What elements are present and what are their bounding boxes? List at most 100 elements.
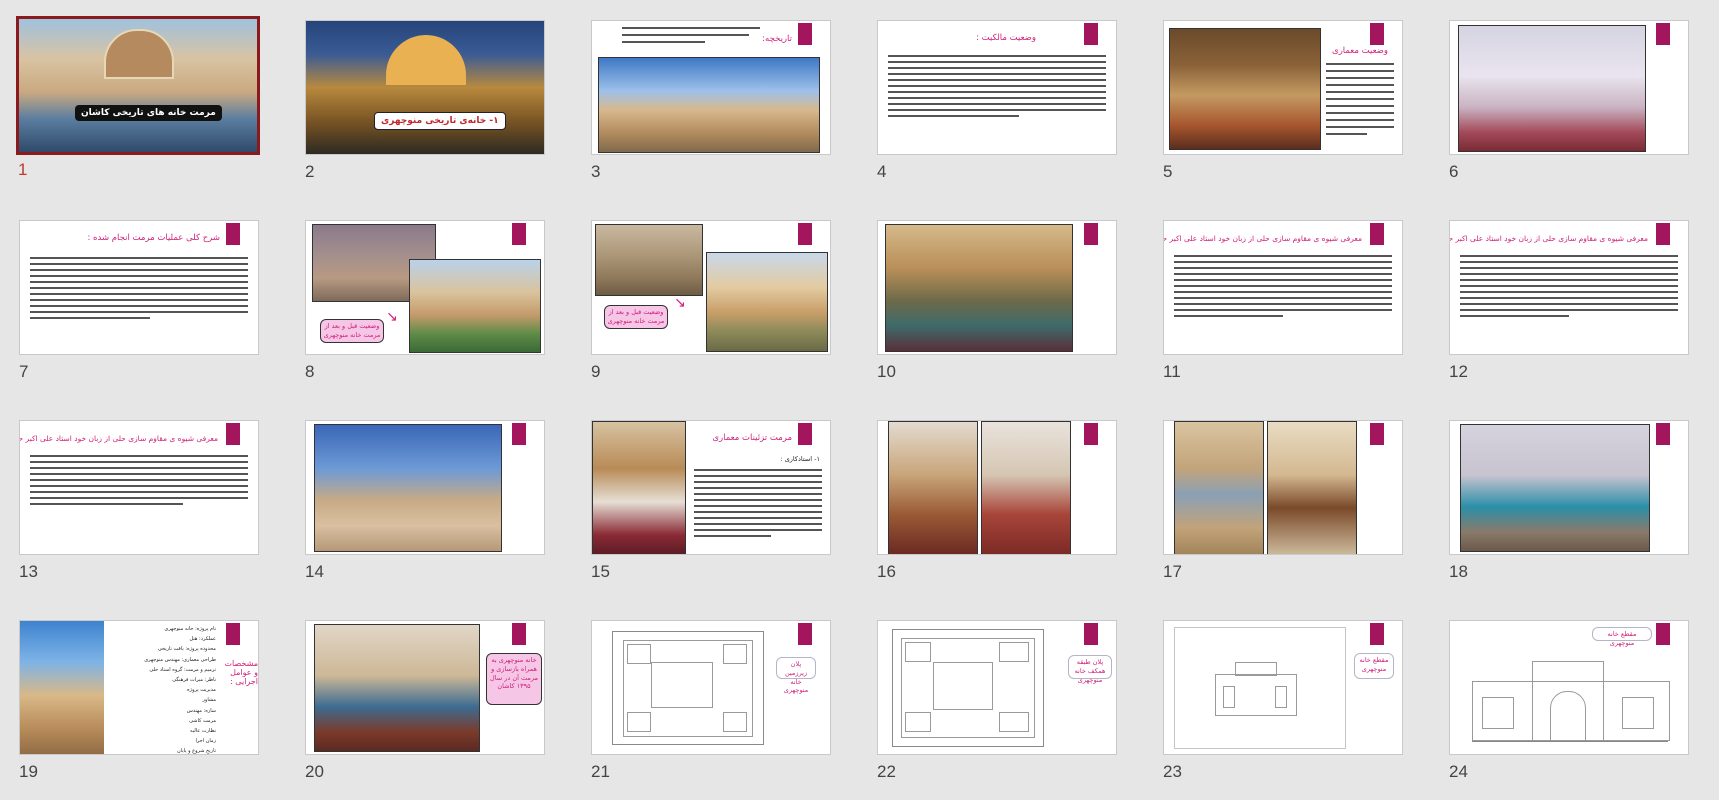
before-after-caption: وضعیت قبل و بعد از مرمت خانه منوچهری	[320, 319, 384, 343]
slide-heading: معرفی شیوه ی مقاوم سازی حلی از زبان خود …	[1163, 234, 1362, 243]
list-item: زمان اجرا	[195, 738, 216, 745]
slide-preview[interactable]: خانه منوچهری به همراه بازسازی و مرمت آن …	[305, 620, 545, 755]
slide-number: 11	[1163, 362, 1181, 381]
slide-preview[interactable]: وضعیت قبل و بعد از مرمت خانه منوچهری ↘	[591, 220, 831, 355]
accent-bar	[1656, 223, 1670, 245]
slide-thumbnail[interactable]: ۱- خانه‌ی تاریخی منوچهری 2	[305, 20, 547, 200]
slide-preview[interactable]: مقطع خانه منوچهری	[1449, 620, 1689, 755]
body-text	[694, 469, 822, 541]
plan-caption: پلان طبقه همکف خانه منوچهری	[1068, 655, 1112, 684]
accent-bar	[1370, 223, 1384, 245]
slide-preview[interactable]: معرفی شیوه ی مقاوم سازی حلی از زبان خود …	[1163, 220, 1403, 355]
slide-thumbnail[interactable]: پلان طبقه همکف خانه منوچهری 22	[877, 620, 1119, 800]
slide-preview[interactable]	[1449, 20, 1689, 155]
slide-thumbnail[interactable]: خانه منوچهری به همراه بازسازی و مرمت آن …	[305, 620, 547, 800]
slide-preview[interactable]: مقطع خانه منوچهری	[1163, 620, 1403, 755]
slide-thumbnail[interactable]: مقطع خانه منوچهری 24	[1449, 620, 1691, 800]
slide-number: 1	[18, 160, 28, 179]
accent-bar	[226, 423, 240, 445]
arrow-icon: ↘	[386, 309, 398, 325]
interior-photo	[981, 421, 1071, 554]
slide-preview[interactable]: پلان طبقه همکف خانه منوچهری	[877, 620, 1117, 755]
accent-bar	[226, 223, 240, 245]
slide-thumbnail[interactable]: 14	[305, 420, 547, 600]
slide-number: 15	[591, 562, 610, 581]
slide-thumbnail[interactable]: 17	[1163, 420, 1405, 600]
slide-number: 20	[305, 762, 324, 781]
slide-sorter-grid: مرمت خانه های تاریخی کاشان 1 ۱- خانه‌ی ت…	[0, 0, 1719, 789]
slide-thumbnail[interactable]: 6	[1449, 20, 1691, 200]
door-photo	[1267, 421, 1357, 554]
slide-preview[interactable]: مشخصات و عوامل اجرایی : نام پروژه: خانه …	[19, 620, 259, 755]
slide-thumbnail[interactable]: مشخصات و عوامل اجرایی : نام پروژه: خانه …	[19, 620, 261, 800]
slide-heading: مشخصات و عوامل اجرایی :	[224, 659, 259, 686]
slide-preview[interactable]: ۱- خانه‌ی تاریخی منوچهری	[305, 20, 545, 155]
accent-bar	[798, 423, 812, 445]
slide-preview[interactable]	[1449, 420, 1689, 555]
slide-number: 7	[19, 362, 29, 381]
slide-number: 22	[877, 762, 896, 781]
slide-thumbnail[interactable]: معرفی شیوه ی مقاوم سازی حلی از زبان خود …	[19, 420, 261, 600]
slide-number: 13	[19, 562, 38, 581]
slide-thumbnail[interactable]: وضعیت قبل و بعد از مرمت خانه منوچهری ↘ 8	[305, 220, 547, 400]
list-item: طراحی معماری: مهندس منوچهری	[144, 656, 216, 663]
slide-preview[interactable]: تاریخچه:	[591, 20, 831, 155]
slide-thumbnail[interactable]: مقطع خانه منوچهری 23	[1163, 620, 1405, 800]
slide-number: 24	[1449, 762, 1468, 781]
slide-thumbnail[interactable]: وضعیت مالکیت : 4	[877, 20, 1119, 200]
slide-thumbnail[interactable]: 18	[1449, 420, 1691, 600]
list-item: تاریخ شروع و پایان	[177, 748, 216, 755]
accent-bar	[512, 423, 526, 445]
slide-thumbnail[interactable]: معرفی شیوه ی مقاوم سازی حلی از زبان خود …	[1449, 220, 1691, 400]
slide-thumbnail[interactable]: مرمت خانه های تاریخی کاشان 1	[16, 16, 260, 198]
slide-thumbnail[interactable]: شرح کلی عملیات مرمت انجام شده : 7	[19, 220, 261, 400]
list-item: مرمت کاشی	[189, 717, 216, 724]
slide-preview[interactable]: پلان زیرزمین خانه منوچهری	[591, 620, 831, 755]
slide-thumbnail[interactable]: معرفی شیوه ی مقاوم سازی حلی از زبان خود …	[1163, 220, 1405, 400]
slide-thumbnail[interactable]: وضعیت معماری 5	[1163, 20, 1405, 200]
slide-preview[interactable]: وضعیت مالکیت :	[877, 20, 1117, 155]
list-item: نظارت عالیه	[190, 728, 216, 735]
slide-preview[interactable]: معرفی شیوه ی مقاوم سازی حلی از زبان خود …	[19, 420, 259, 555]
slide-preview[interactable]: شرح کلی عملیات مرمت انجام شده :	[19, 220, 259, 355]
arrow-icon: ↘	[674, 295, 686, 311]
slide-preview[interactable]	[305, 420, 545, 555]
accent-bar	[1370, 23, 1384, 45]
slide-number: 3	[591, 162, 601, 181]
accent-bar	[226, 623, 240, 645]
slide-number: 18	[1449, 562, 1468, 581]
slide-number: 8	[305, 362, 315, 381]
accent-bar	[1656, 423, 1670, 445]
slide-heading: مرمت تزئینات معماری	[712, 433, 792, 443]
slide-preview[interactable]: وضعیت معماری	[1163, 20, 1403, 155]
body-text	[622, 27, 760, 48]
section-caption: مقطع خانه منوچهری	[1354, 653, 1394, 679]
slide-preview[interactable]: مرمت تزئینات معماری ۱- استادکاری :	[591, 420, 831, 555]
slide-thumbnail[interactable]: پلان زیرزمین خانه منوچهری 21	[591, 620, 833, 800]
slide-thumbnail[interactable]: 16	[877, 420, 1119, 600]
slide-preview[interactable]: معرفی شیوه ی مقاوم سازی حلی از زبان خود …	[1449, 220, 1689, 355]
accent-bar	[1084, 623, 1098, 645]
accent-bar	[798, 23, 812, 45]
list-item: ناظر: میراث فرهنگی	[172, 677, 216, 684]
windcatcher-photo	[314, 424, 502, 552]
slide-number: 6	[1449, 162, 1459, 181]
slide-number: 10	[877, 362, 896, 381]
slide-preview[interactable]: مرمت خانه های تاریخی کاشان	[16, 16, 260, 155]
slide-thumbnail[interactable]: 10	[877, 220, 1119, 400]
accent-bar	[1656, 23, 1670, 45]
floor-plan-drawing	[892, 629, 1044, 747]
slide-heading: وضعیت معماری	[1332, 46, 1388, 56]
body-text	[888, 55, 1106, 121]
slide-preview[interactable]	[877, 220, 1117, 355]
slide-preview[interactable]: وضعیت قبل و بعد از مرمت خانه منوچهری ↘	[305, 220, 545, 355]
slide-preview[interactable]	[877, 420, 1117, 555]
courtyard-arch-image	[104, 29, 174, 79]
window-photo	[1174, 421, 1264, 554]
slide-thumbnail[interactable]: تاریخچه: 3	[591, 20, 833, 200]
slide-subheading: ۱- استادکاری :	[780, 455, 820, 463]
list-item: عملکرد: هتل	[189, 636, 216, 643]
slide-preview[interactable]	[1163, 420, 1403, 555]
slide-thumbnail[interactable]: وضعیت قبل و بعد از مرمت خانه منوچهری ↘ 9	[591, 220, 833, 400]
slide-thumbnail[interactable]: مرمت تزئینات معماری ۱- استادکاری : 15	[591, 420, 833, 600]
